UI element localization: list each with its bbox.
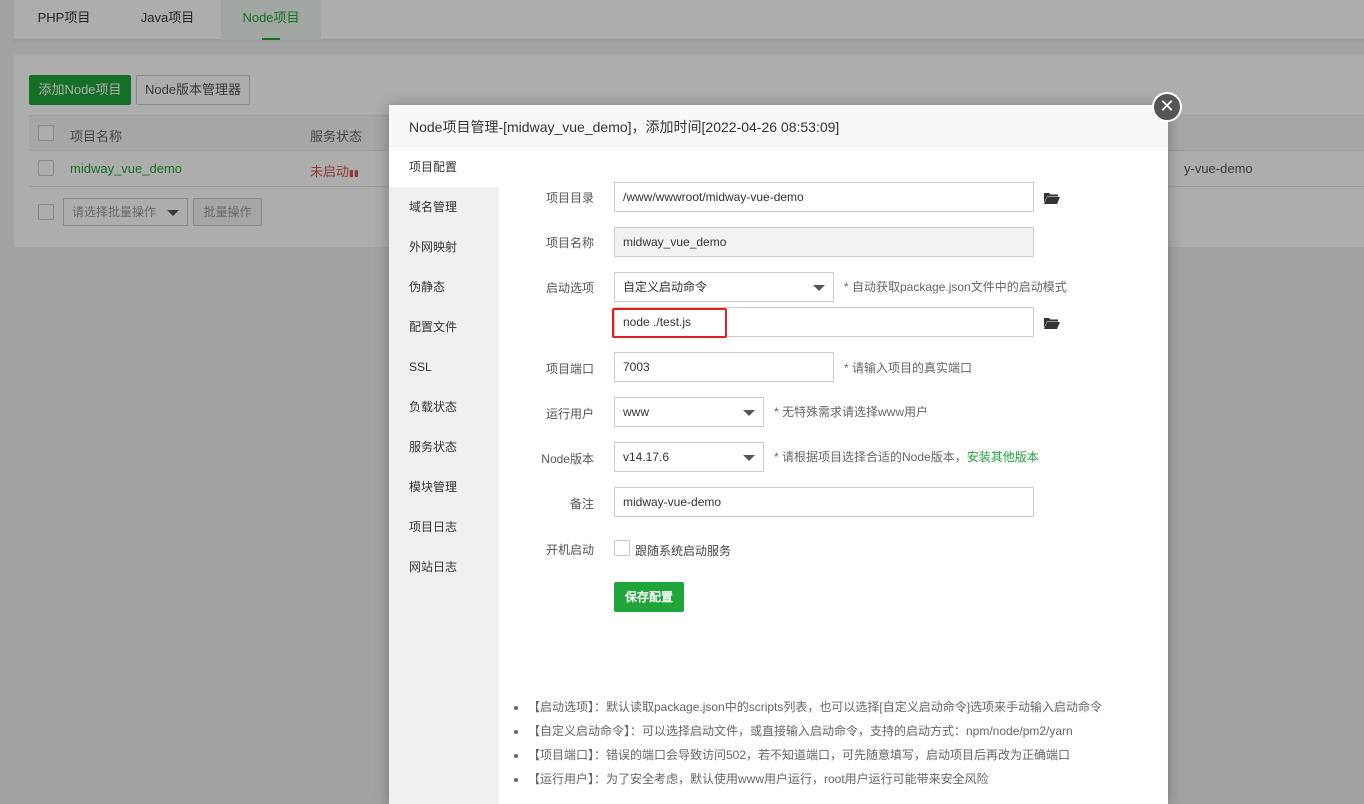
list-item: 【运行用户】：为了安全考虑，默认使用www用户运行，root用户运行可能带来安全…: [528, 767, 1102, 791]
menu-item-site-log[interactable]: 网站日志: [389, 547, 499, 587]
node-project-modal: Node项目管理-[midway_vue_demo]，添加时间[2022-04-…: [389, 105, 1168, 804]
install-other-versions-link[interactable]: 安装其他版本: [967, 450, 1039, 464]
modal-title: Node项目管理-[midway_vue_demo]，添加时间[2022-04-…: [409, 119, 840, 135]
project-dir-input[interactable]: /www/wwwroot/midway-vue-demo: [614, 182, 1034, 212]
modal-sidebar: 项目配置 域名管理 外网映射 伪静态 配置文件 SSL 负载状态 服务状态 模块…: [389, 147, 499, 804]
menu-item-config-file[interactable]: 配置文件: [389, 307, 499, 347]
config-form: 项目目录 /www/wwwroot/midway-vue-demo 项目名称 m…: [499, 147, 1168, 804]
list-item: 【项目端口】：错误的端口会导致访问502，若不知道端口，可先随意填写，启动项目后…: [528, 743, 1102, 767]
project-name-input[interactable]: midway_vue_demo: [614, 227, 1034, 257]
menu-item-load-status[interactable]: 负载状态: [389, 387, 499, 427]
start-option-label: 启动选项: [545, 281, 594, 295]
name-label: 项目名称: [545, 236, 594, 250]
chevron-down-icon: [743, 410, 755, 416]
run-user-label: 运行用户: [545, 407, 594, 421]
menu-item-project-log[interactable]: 项目日志: [389, 507, 499, 547]
node-version-value: v14.17.6: [623, 450, 670, 464]
start-option-select[interactable]: 自定义启动命令: [614, 272, 834, 302]
start-option-value: 自定义启动命令: [623, 280, 708, 294]
menu-item-modules[interactable]: 模块管理: [389, 467, 499, 507]
boot-start-checkbox[interactable]: [614, 540, 630, 556]
boot-start-label: 开机启动: [545, 543, 594, 557]
menu-item-external-mapping[interactable]: 外网映射: [389, 227, 499, 267]
port-label: 项目端口: [545, 362, 594, 376]
list-item: 【自定义启动命令】：可以选择启动文件，或直接输入启动命令，支持的启动方式：npm…: [528, 719, 1102, 743]
modal-header: Node项目管理-[midway_vue_demo]，添加时间[2022-04-…: [389, 105, 1168, 147]
chevron-down-icon: [743, 455, 755, 461]
menu-item-service-status[interactable]: 服务状态: [389, 427, 499, 467]
menu-item-domain[interactable]: 域名管理: [389, 187, 499, 227]
node-version-label: Node版本: [541, 452, 594, 466]
port-hint: * 请输入项目的真实端口: [844, 361, 973, 375]
run-user-hint: * 无特殊需求请选择www用户: [774, 405, 929, 419]
run-user-value: www: [623, 405, 649, 419]
list-item: 【启动选项】：默认读取package.json中的scripts列表，也可以选择…: [528, 695, 1102, 719]
save-config-button[interactable]: 保存配置: [614, 582, 684, 612]
command-highlight-box: [612, 308, 727, 338]
menu-item-ssl[interactable]: SSL: [389, 347, 499, 387]
run-user-select[interactable]: www: [614, 397, 764, 427]
start-option-hint: * 自动获取package.json文件中的启动模式: [844, 280, 1067, 294]
boot-start-text: 跟随系统启动服务: [635, 544, 732, 558]
menu-item-project-config[interactable]: 项目配置: [389, 147, 499, 187]
close-icon[interactable]: ✕: [1152, 92, 1182, 122]
menu-item-rewrite[interactable]: 伪静态: [389, 267, 499, 307]
node-version-hint-text: * 请根据项目选择合适的Node版本，: [774, 450, 967, 464]
folder-open-icon[interactable]: [1044, 192, 1060, 204]
remark-input[interactable]: midway-vue-demo: [614, 487, 1034, 517]
dir-label: 项目目录: [545, 191, 594, 205]
port-input[interactable]: 7003: [614, 352, 834, 382]
remark-label: 备注: [569, 497, 594, 511]
help-notes: 【启动选项】：默认读取package.json中的scripts列表，也可以选择…: [514, 695, 1102, 791]
chevron-down-icon: [813, 285, 825, 291]
folder-open-icon[interactable]: [1044, 317, 1060, 329]
node-version-select[interactable]: v14.17.6: [614, 442, 764, 472]
node-version-hint: * 请根据项目选择合适的Node版本，安装其他版本: [774, 448, 1039, 465]
